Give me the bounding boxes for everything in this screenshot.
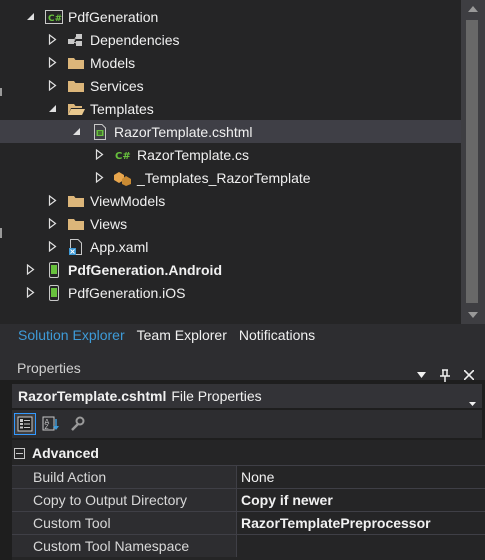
collapsed-arrow-icon[interactable] bbox=[23, 263, 37, 277]
tree-item-label: Views bbox=[90, 215, 128, 232]
object-type: File Properties bbox=[171, 388, 262, 404]
object-selector[interactable]: RazorTemplate.cshtml File Properties bbox=[12, 384, 482, 408]
tree-item-dependencies[interactable]: Dependencies bbox=[0, 28, 461, 51]
property-name: Copy to Output Directory bbox=[12, 489, 237, 511]
property-name: Build Action bbox=[12, 466, 237, 488]
close-icon[interactable] bbox=[463, 368, 475, 382]
object-name: RazorTemplate.cshtml bbox=[18, 388, 167, 404]
properties-title-bar: Properties bbox=[0, 346, 485, 382]
solution-explorer: C# PdfGeneration Dependencies Models Ser… bbox=[0, 0, 485, 324]
ios-project-icon bbox=[45, 284, 63, 301]
property-value[interactable]: RazorTemplatePreprocessor bbox=[237, 512, 485, 534]
chevron-down-icon[interactable] bbox=[469, 393, 476, 409]
tree-item-models[interactable]: Models bbox=[0, 51, 461, 74]
class-icon bbox=[114, 170, 132, 186]
scrollbar-thumb[interactable] bbox=[466, 20, 478, 303]
properties-title: Properties bbox=[17, 360, 81, 376]
tree-item-label: Models bbox=[90, 54, 136, 71]
folder-icon bbox=[67, 216, 85, 232]
collapsed-arrow-icon[interactable] bbox=[45, 79, 59, 93]
collapsed-arrow-icon[interactable] bbox=[45, 194, 59, 208]
tree-item-label: _Templates_RazorTemplate bbox=[137, 169, 311, 186]
tree-item-pdfgeneration-android[interactable]: PdfGeneration.Android bbox=[0, 258, 461, 281]
tree-item-templates-razortemplate-class[interactable]: _Templates_RazorTemplate bbox=[0, 166, 461, 189]
expanded-arrow-icon[interactable] bbox=[45, 102, 59, 116]
svg-text:Z: Z bbox=[45, 424, 49, 431]
alphabetical-view-icon[interactable]: AZ bbox=[40, 413, 62, 435]
property-row-copy-to-output[interactable]: Copy to Output Directory Copy if newer bbox=[12, 488, 485, 511]
properties-toolbar: AZ bbox=[12, 410, 482, 438]
tree-item-label: RazorTemplate.cshtml bbox=[114, 123, 253, 140]
tree-item-templates[interactable]: Templates bbox=[0, 97, 461, 120]
csharp-project-icon: C# bbox=[45, 9, 63, 25]
tree-item-pdfgeneration-ios[interactable]: PdfGeneration.iOS bbox=[0, 281, 461, 304]
property-name: Custom Tool Namespace bbox=[12, 535, 237, 557]
property-row-custom-tool-namespace[interactable]: Custom Tool Namespace bbox=[12, 534, 485, 557]
tree-item-razortemplate-cshtml[interactable]: RazorTemplate.cshtml bbox=[0, 120, 461, 143]
folder-icon bbox=[67, 78, 85, 94]
property-name: Custom Tool bbox=[12, 512, 237, 534]
folder-open-icon bbox=[67, 101, 85, 117]
tree-item-label: Dependencies bbox=[90, 31, 180, 48]
collapsed-arrow-icon[interactable] bbox=[45, 56, 59, 70]
tab-solution-explorer[interactable]: Solution Explorer bbox=[0, 324, 131, 346]
collapsed-arrow-icon[interactable] bbox=[45, 33, 59, 47]
svg-text:C#: C# bbox=[48, 14, 62, 24]
property-value[interactable] bbox=[237, 535, 485, 557]
tab-notifications[interactable]: Notifications bbox=[233, 324, 321, 346]
property-value[interactable]: None bbox=[237, 466, 485, 488]
tree-item-label: PdfGeneration bbox=[68, 8, 159, 25]
tree-item-label: RazorTemplate.cs bbox=[137, 146, 250, 163]
window-position-dropdown-icon[interactable] bbox=[415, 368, 427, 382]
collapsed-arrow-icon[interactable] bbox=[45, 240, 59, 254]
collapsed-arrow-icon[interactable] bbox=[92, 148, 106, 162]
tree-item-pdfgeneration[interactable]: C# PdfGeneration bbox=[0, 5, 461, 28]
android-project-icon bbox=[45, 261, 63, 278]
dependencies-icon bbox=[67, 32, 85, 48]
csharp-file-icon: C# bbox=[114, 147, 132, 163]
collapsed-arrow-icon[interactable] bbox=[45, 217, 59, 231]
tree-item-label: Services bbox=[90, 77, 144, 94]
scroll-down-arrow-icon[interactable] bbox=[461, 306, 485, 324]
category-label: Advanced bbox=[32, 445, 99, 461]
folder-icon bbox=[67, 55, 85, 71]
property-pages-wrench-icon[interactable] bbox=[66, 413, 88, 435]
tree-item-views[interactable]: Views bbox=[0, 212, 461, 235]
svg-text:C#: C# bbox=[115, 151, 131, 162]
pin-icon[interactable] bbox=[439, 368, 451, 382]
tree-item-services[interactable]: Services bbox=[0, 74, 461, 97]
tree-item-razortemplate-cs[interactable]: C# RazorTemplate.cs bbox=[0, 143, 461, 166]
xaml-file-icon bbox=[67, 238, 85, 255]
collapsed-arrow-icon[interactable] bbox=[23, 286, 37, 300]
vertical-scrollbar[interactable] bbox=[461, 0, 485, 324]
tree-item-label: PdfGeneration.iOS bbox=[68, 284, 186, 301]
tree-item-app-xaml[interactable]: App.xaml bbox=[0, 235, 461, 258]
collapse-minus-icon[interactable] bbox=[14, 447, 25, 459]
category-advanced[interactable]: Advanced bbox=[12, 442, 485, 464]
tool-window-tabs: Solution Explorer Team Explorer Notifica… bbox=[0, 324, 485, 346]
tree-item-label: App.xaml bbox=[90, 238, 149, 255]
tree-item-label: Templates bbox=[90, 100, 154, 117]
tree-item-label: PdfGeneration.Android bbox=[68, 261, 222, 278]
expanded-arrow-icon[interactable] bbox=[69, 125, 83, 139]
property-grid: Advanced Build Action None Copy to Outpu… bbox=[12, 440, 485, 560]
property-value[interactable]: Copy if newer bbox=[237, 489, 485, 511]
property-row-build-action[interactable]: Build Action None bbox=[12, 465, 485, 488]
expanded-arrow-icon[interactable] bbox=[23, 10, 37, 24]
tab-team-explorer[interactable]: Team Explorer bbox=[131, 324, 233, 346]
property-row-custom-tool[interactable]: Custom Tool RazorTemplatePreprocessor bbox=[12, 511, 485, 534]
categorized-view-icon[interactable] bbox=[14, 413, 36, 435]
tree-item-viewmodels[interactable]: ViewModels bbox=[0, 189, 461, 212]
scroll-up-arrow-icon[interactable] bbox=[461, 0, 485, 18]
tree-item-label: ViewModels bbox=[90, 192, 166, 209]
collapsed-arrow-icon[interactable] bbox=[92, 171, 106, 185]
folder-icon bbox=[67, 193, 85, 209]
cshtml-file-icon bbox=[91, 123, 109, 140]
